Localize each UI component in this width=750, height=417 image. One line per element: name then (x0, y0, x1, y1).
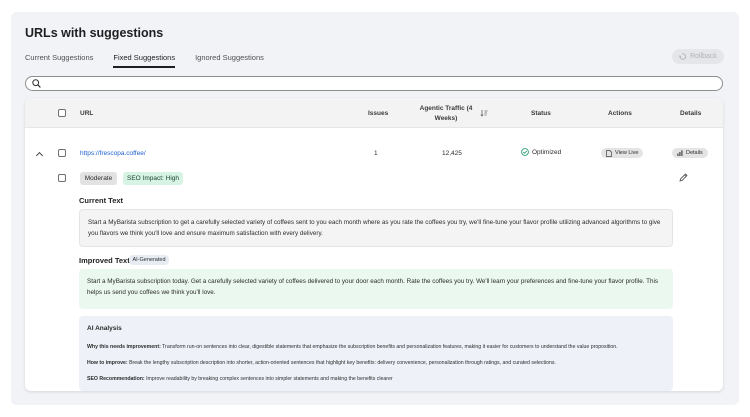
search-bar (25, 76, 723, 91)
header-actions: Actions (608, 110, 632, 117)
suggestion-checkbox[interactable] (58, 174, 66, 182)
header-status[interactable]: Status (531, 110, 551, 117)
select-all-checkbox[interactable] (58, 109, 66, 117)
rollback-icon (679, 53, 687, 60)
seo-recommendation-text: SEO Recommendation: Improve readability … (87, 376, 393, 382)
row-url-link[interactable]: https://frescopa.coffee/ (80, 150, 146, 157)
row-checkbox[interactable] (58, 149, 66, 157)
view-live-button[interactable]: View Live (601, 148, 644, 158)
tab-ignored-suggestions[interactable]: Ignored Suggestions (195, 53, 264, 68)
current-text-box: Start a MyBarista subscription to get a … (79, 209, 673, 247)
search-input[interactable] (45, 80, 705, 87)
seo-impact-badge: SEO Impact: High (123, 172, 183, 185)
current-text-title: Current Text (79, 196, 124, 205)
ai-analysis-panel: AI Analysis Why this needs improvement: … (79, 316, 673, 391)
sort-icon[interactable] (480, 109, 488, 117)
check-circle-icon (521, 148, 529, 156)
tab-current-suggestions[interactable]: Current Suggestions (25, 53, 93, 68)
header-agentic-traffic[interactable]: Agentic Traffic (4 Weeks) (417, 104, 475, 124)
severity-badge: Moderate (80, 172, 117, 185)
header-issues[interactable]: Issues (368, 110, 388, 117)
tab-fixed-suggestions[interactable]: Fixed Suggestions (113, 53, 176, 68)
edit-pencil-icon[interactable] (679, 173, 688, 182)
improved-text-box: Start a MyBarista subscription today. Ge… (79, 269, 673, 309)
page-container: URLs with suggestions Current Suggestion… (11, 12, 739, 405)
row-traffic: 12,425 (442, 150, 462, 157)
rollback-button[interactable]: Rollback (672, 49, 724, 64)
improved-text-title: Improved Text (79, 256, 130, 265)
header-details: Details (680, 110, 702, 117)
table-header: URL Issues Agentic Traffic (4 Weeks) Sta… (25, 98, 723, 128)
view-live-label: View Live (615, 150, 639, 156)
search-icon (32, 79, 41, 88)
details-button[interactable]: Details (672, 148, 708, 158)
suggestion-tabs: Current Suggestions Fixed Suggestions Ig… (25, 53, 284, 75)
document-icon (606, 149, 612, 157)
header-url[interactable]: URL (80, 110, 93, 117)
rollback-label: Rollback (690, 53, 717, 60)
page-title: URLs with suggestions (25, 26, 164, 40)
status-text: Optimized (532, 148, 562, 156)
collapse-row-chevron-icon[interactable] (35, 151, 44, 160)
details-label: Details (686, 150, 703, 156)
bar-chart-icon (677, 150, 683, 156)
why-improvement-text: Why this needs improvement: Transform ru… (87, 344, 618, 350)
suggestions-table: URL Issues Agentic Traffic (4 Weeks) Sta… (25, 98, 723, 391)
ai-analysis-title: AI Analysis (87, 325, 122, 332)
ai-generated-badge: AI-Generated (129, 255, 169, 265)
row-status: Optimized (521, 148, 561, 156)
row-issues: 1 (374, 150, 378, 157)
how-to-improve-text: How to improve: Break the lengthy subscr… (87, 360, 556, 366)
